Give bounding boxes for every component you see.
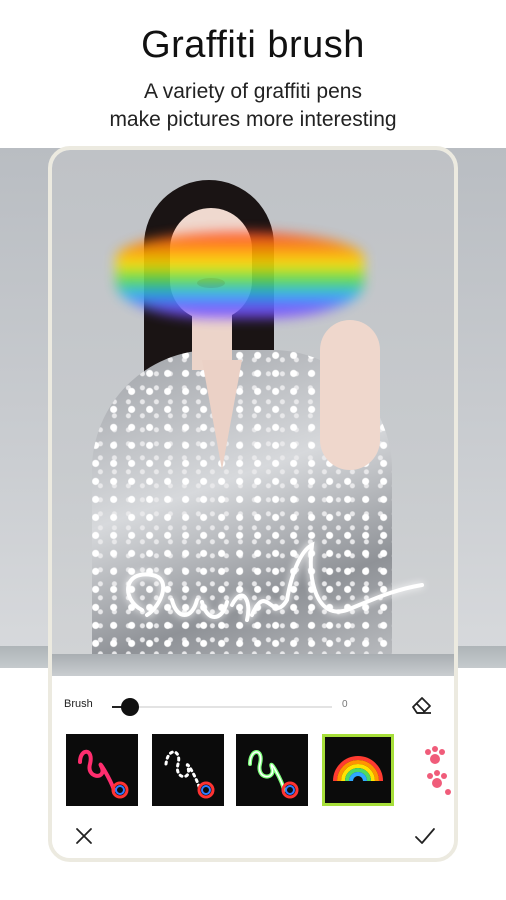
dotted-white-icon (164, 750, 215, 799)
rainbow-brush[interactable] (322, 734, 394, 806)
subtitle-line-2: make pictures more interesting (109, 108, 397, 131)
headline: Graffiti brush (141, 24, 365, 66)
rainbow-icon (333, 756, 383, 782)
check-icon[interactable] (414, 826, 436, 846)
brush-size-label: Brush (64, 698, 93, 710)
dotted-white-brush[interactable] (152, 734, 224, 806)
brush-tiles (66, 734, 454, 808)
slider-knob[interactable] (121, 698, 139, 716)
editor-controls: Brush 0 (52, 676, 454, 858)
neon-green-brush[interactable] (236, 734, 308, 806)
brush-size-slider[interactable] (112, 698, 332, 716)
pink-squiggle-icon (78, 749, 129, 799)
pink-squiggle-brush[interactable] (66, 734, 138, 806)
close-icon[interactable] (74, 826, 94, 846)
paw-print-brush[interactable] (418, 742, 458, 802)
edited-photo[interactable] (52, 150, 454, 676)
photo-hands (320, 320, 380, 470)
eraser-icon[interactable] (409, 692, 435, 716)
photo-table (52, 654, 454, 676)
rainbow-brush-stroke (116, 232, 364, 318)
brush-size-value: 0 (342, 699, 348, 710)
neon-scribble-stroke (126, 541, 424, 622)
subtitle-line-1: A variety of graffiti pens (144, 80, 362, 103)
phone-frame: Brush 0 (48, 146, 458, 862)
neon-green-icon (248, 750, 299, 799)
